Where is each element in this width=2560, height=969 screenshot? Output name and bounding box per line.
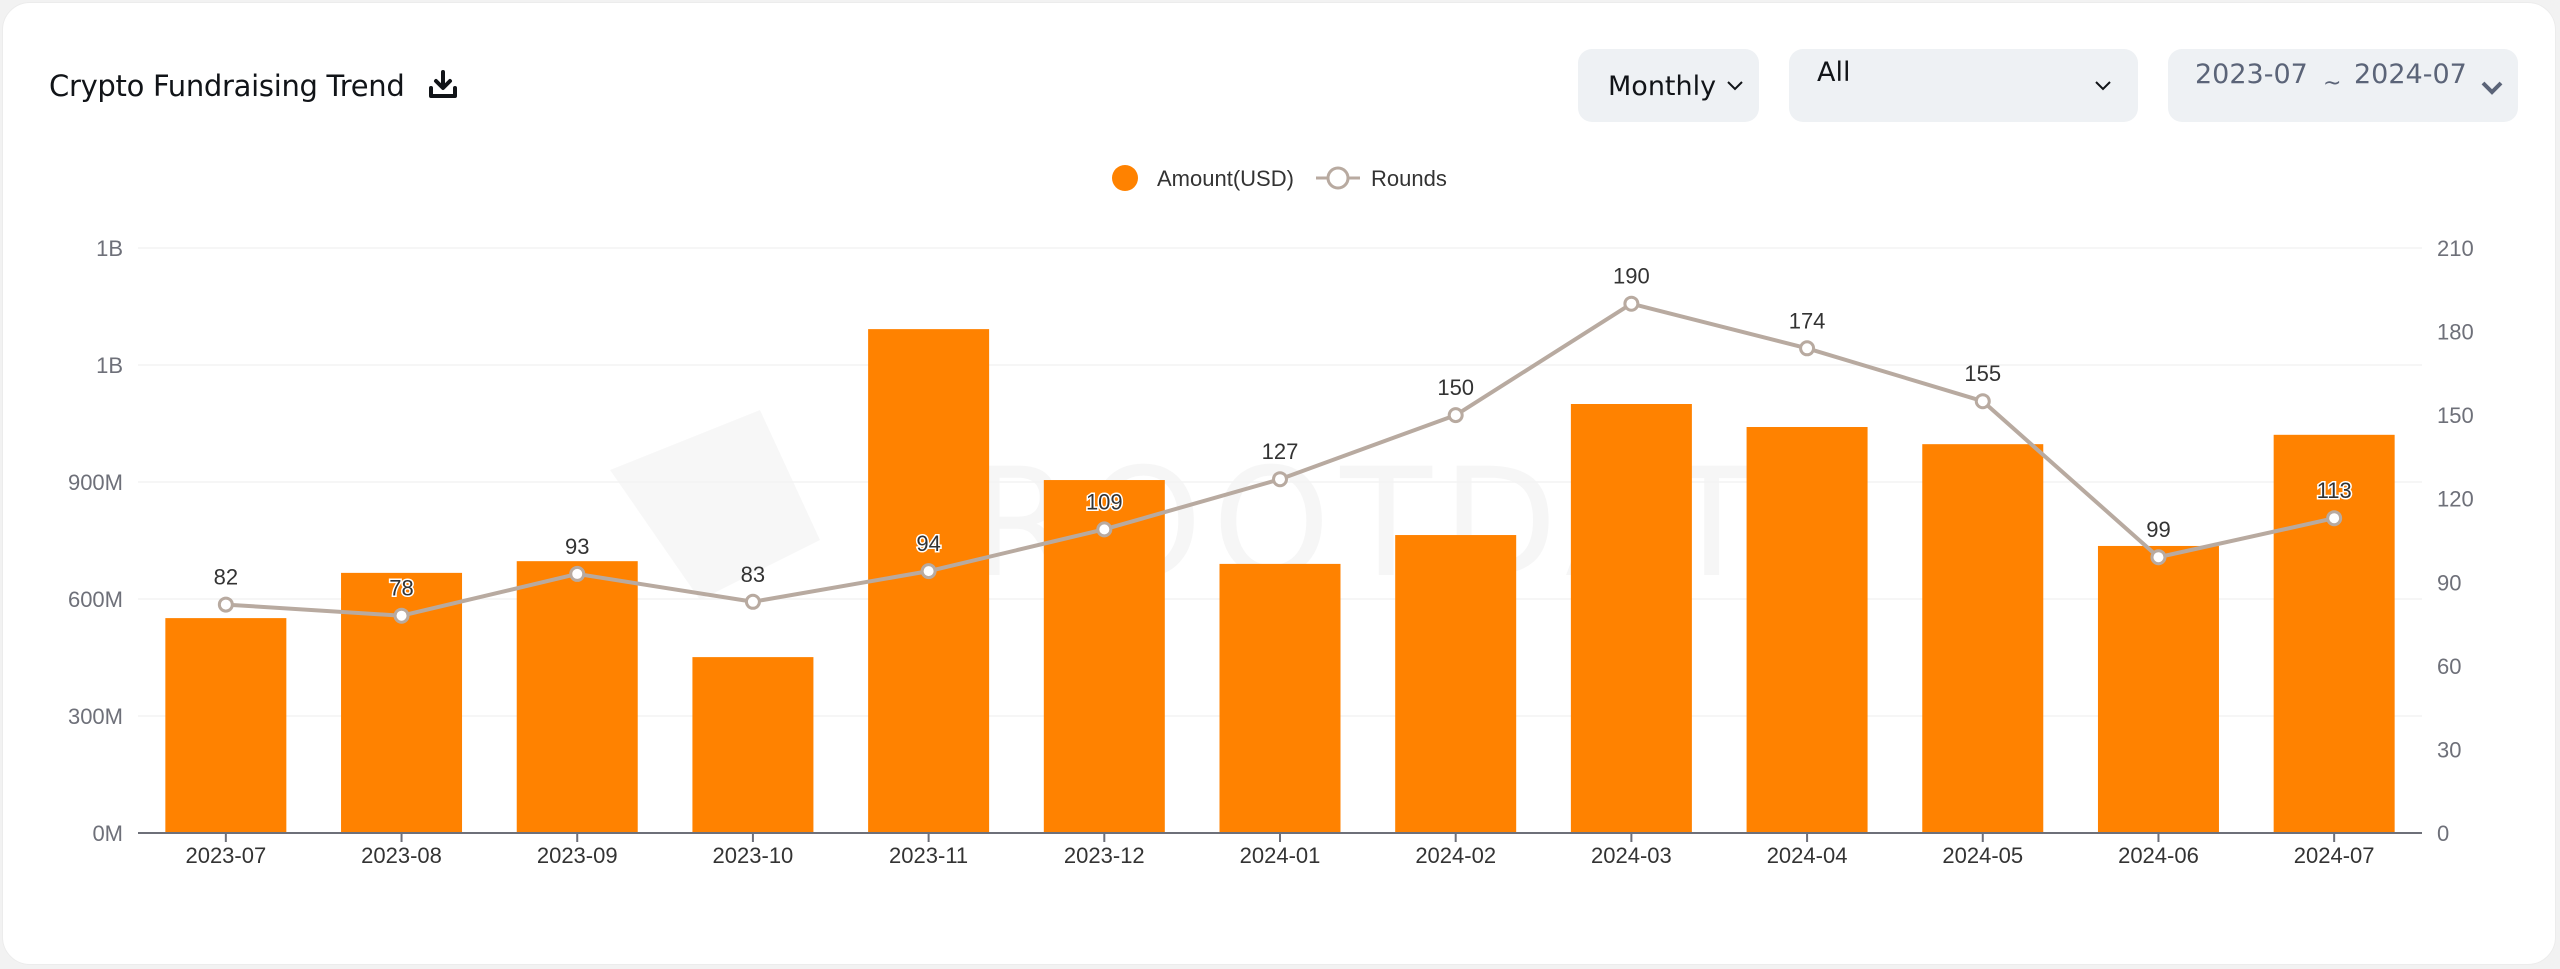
- x-tick-label: 2024-01: [1240, 843, 1321, 868]
- bar-2024-05[interactable]: [1922, 444, 2044, 833]
- rounds-point-2023-11[interactable]: [920, 563, 937, 580]
- rounds-point-2024-04[interactable]: [1799, 340, 1816, 357]
- y-right-tick-label: 150: [2437, 403, 2474, 428]
- rounds-point-2024-02[interactable]: [1447, 407, 1464, 424]
- rounds-point-2024-06[interactable]: [2150, 549, 2167, 566]
- y-left-tick-label: 600M: [68, 587, 123, 612]
- rounds-label: 109: [1086, 489, 1123, 514]
- y-axis-left: 0M 300M 600M 900M 1B 1B: [68, 236, 123, 846]
- bar-2023-10[interactable]: [692, 657, 814, 833]
- legend[interactable]: Amount(USD) Rounds: [1112, 165, 1447, 191]
- y-right-tick-label: 60: [2437, 654, 2461, 679]
- bar-2024-04[interactable]: [1746, 427, 1868, 833]
- y-left-tick-label: 1B: [96, 236, 123, 261]
- bar-2024-01[interactable]: [1219, 563, 1341, 833]
- x-axis: 2023-07 2023-08 2023-09 2023-10 2023-11 2023-…: [138, 832, 2422, 868]
- legend-rounds-symbol[interactable]: [1326, 166, 1350, 190]
- rounds-label: 190: [1613, 264, 1650, 289]
- rounds-point-2024-01[interactable]: [1272, 471, 1288, 488]
- bar-2023-07[interactable]: [165, 618, 287, 833]
- x-tick-label: 2023-11: [889, 843, 968, 868]
- rounds-point-2023-07[interactable]: [217, 596, 234, 613]
- rounds-label: 127: [1262, 439, 1299, 464]
- x-tick-label: 2024-02: [1415, 843, 1496, 868]
- rounds-label: 150: [1437, 375, 1474, 400]
- rounds-label: 113: [2317, 478, 2352, 503]
- rounds-point-2023-10[interactable]: [744, 593, 761, 610]
- x-tick-label: 2023-08: [361, 843, 442, 868]
- x-tick-label: 2024-04: [1767, 843, 1848, 868]
- y-right-tick-label: 210: [2437, 236, 2474, 261]
- y-right-tick-label: 90: [2437, 570, 2461, 595]
- x-tick-label: 2023-10: [713, 843, 794, 868]
- rounds-label: 93: [565, 534, 589, 559]
- x-tick-label: 2024-03: [1591, 843, 1672, 868]
- legend-rounds-label[interactable]: Rounds: [1371, 166, 1447, 191]
- bar-2024-03[interactable]: [1570, 404, 1692, 833]
- bar-2024-02[interactable]: [1395, 535, 1517, 833]
- chart: ROOTDATA 0M300M600M900M1B1B 030609012015…: [68, 165, 2474, 868]
- x-tick-label: 2024-07: [2294, 843, 2375, 868]
- y-left-tick-label: 900M: [68, 470, 123, 495]
- rounds-label: 94: [916, 531, 940, 556]
- rounds-label: 78: [389, 576, 413, 601]
- y-right-tick-label: 180: [2437, 320, 2474, 345]
- rounds-label: 174: [1789, 308, 1826, 333]
- y-right-tick-label: 30: [2437, 737, 2461, 762]
- rounds-label: 155: [1964, 361, 2001, 386]
- rounds-point-2024-05[interactable]: [1974, 393, 1991, 410]
- bar-2023-11[interactable]: [868, 329, 990, 833]
- bar-2024-06[interactable]: [2097, 545, 2219, 833]
- rounds-label: 82: [214, 565, 238, 590]
- legend-amount-symbol[interactable]: [1112, 165, 1138, 191]
- rounds-label: 99: [2146, 517, 2170, 542]
- x-tick-label: 2024-05: [1942, 843, 2023, 868]
- x-tick-label: 2023-07: [185, 843, 266, 868]
- bar-2023-09[interactable]: [516, 561, 638, 833]
- rounds-point-2024-07[interactable]: [2326, 510, 2343, 527]
- rounds-point-2023-09[interactable]: [569, 565, 586, 582]
- y-right-tick-label: 120: [2437, 487, 2474, 512]
- legend-amount-label[interactable]: Amount(USD): [1157, 166, 1294, 191]
- bar-series: [165, 329, 2395, 833]
- rounds-point-2023-12[interactable]: [1096, 521, 1113, 538]
- x-tick-label: 2024-06: [2118, 843, 2199, 868]
- y-axis-right: 0 30 60 90 120 150 180 210: [2437, 236, 2474, 846]
- rounds-point-2024-03[interactable]: [1623, 295, 1640, 312]
- y-left-tick-label: 300M: [68, 704, 123, 729]
- y-left-tick-label: 0M: [92, 821, 123, 846]
- rounds-label: 83: [741, 562, 765, 587]
- y-left-tick-label: 1B: [96, 353, 123, 378]
- y-right-tick-label: 0: [2437, 821, 2449, 846]
- x-tick-label: 2023-12: [1064, 843, 1145, 868]
- rounds-point-2023-08[interactable]: [393, 607, 410, 624]
- x-tick-label: 2023-09: [537, 843, 618, 868]
